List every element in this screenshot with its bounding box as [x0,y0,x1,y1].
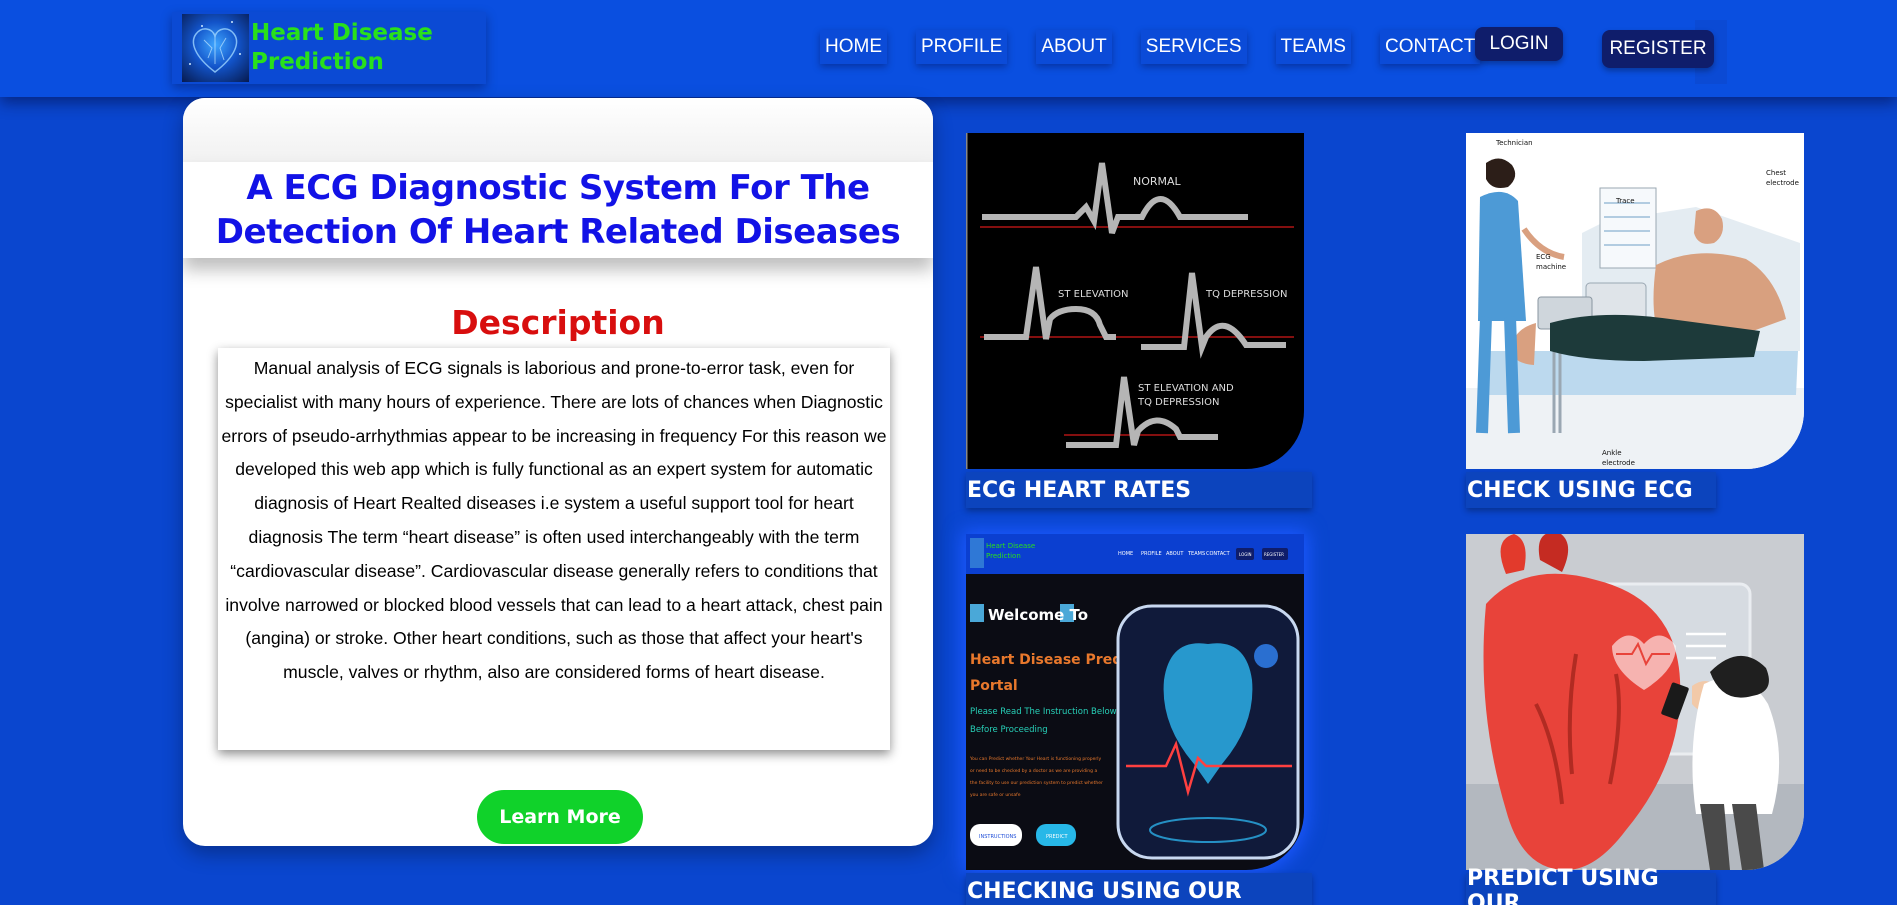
nav-profile[interactable]: PROFILE [916,30,1008,64]
ecg-st-tq-label-1: ST ELEVATION AND [1138,383,1234,394]
nav-services[interactable]: SERVICES [1140,30,1247,64]
description-box: Manual analysis of ECG signals is labori… [218,348,890,750]
register-button[interactable]: REGISTER [1602,30,1714,68]
description-heading: Description [451,303,665,342]
tile-label-ecg-heart-rates: ECG HEART RATES [966,472,1312,508]
page-title: A ECG Diagnostic System For The Detectio… [215,166,901,254]
ecg-ankle-label-1: Ankle [1602,449,1622,457]
mini-register: REGISTER [1264,552,1284,557]
ecg-machine-label-1: ECG [1536,253,1551,261]
learn-more-button[interactable]: Learn More [477,790,643,844]
mini-nav-1: HOME [1118,551,1133,557]
nav-teams[interactable]: TEAMS [1275,30,1351,64]
ecg-rhythms-image: NORMAL ST ELEVATION TQ DEPRESSION ST ELE… [966,133,1304,469]
portal-screenshot-image: Heart Disease Prediction HOME PROFILE AB… [966,534,1304,870]
intro-card: A ECG Diagnostic System For The Detectio… [183,98,933,846]
headline-banner: A ECG Diagnostic System For The Detectio… [183,162,933,258]
tile-ecg-heart-rates[interactable]: NORMAL ST ELEVATION TQ DEPRESSION ST ELE… [966,133,1312,508]
top-navbar: Heart Disease Prediction HOME PROFILE AB… [0,0,1897,97]
brand-title-line2: Prediction [251,49,384,75]
tile-checking-using-our[interactable]: Heart Disease Prediction HOME PROFILE AB… [966,534,1312,905]
mini-body-1: You can Predict whether Your Heart is fu… [969,756,1101,762]
mini-brand-1: Heart Disease [986,542,1035,550]
ecg-tq-depression-label: TQ DEPRESSION [1205,289,1287,300]
description-text: Manual analysis of ECG signals is labori… [221,358,887,683]
login-button[interactable]: LOGIN [1475,27,1563,61]
tile-label-predict-using-our: PREDICT USING OUR [1466,866,1716,905]
nav-about[interactable]: ABOUT [1036,30,1112,64]
mini-welcome: Welcome To [988,606,1088,624]
ecg-trace-label: Trace [1615,197,1635,205]
heart-logo-icon [182,14,249,82]
mini-btn-predict: PREDICT [1046,834,1068,840]
mini-nav-2: PROFILE [1141,551,1162,557]
tile-label-check-using-ecg: CHECK USING ECG [1466,472,1716,508]
card-header-shade [183,98,933,162]
ecg-procedure-image: Technician Trace Chest electrode ECG mac… [1466,133,1804,469]
mini-instr-2: Before Proceeding [970,725,1048,735]
ecg-st-elevation-label: ST ELEVATION [1058,289,1129,300]
ecg-technician-label: Technician [1495,139,1533,147]
nav-home[interactable]: HOME [820,30,887,64]
nav-contact[interactable]: CONTACT [1379,30,1481,64]
page-title-line2: Detection Of Heart Related Diseases [215,212,901,252]
tile-label-checking-using-our: CHECKING USING OUR [966,873,1312,905]
ecg-chest-label-1: Chest [1766,169,1786,177]
brand-title: Heart Disease Prediction [251,19,433,77]
mini-portal-2: Portal [970,678,1018,694]
mini-nav-3: ABOUT [1166,551,1184,557]
tile-predict-using-our[interactable]: PREDICT USING OUR [1466,534,1804,905]
ecg-chest-label-2: electrode [1766,179,1799,187]
mini-brand-2: Prediction [986,552,1021,560]
ecg-normal-label: NORMAL [1133,175,1182,188]
mini-body-4: you are safe or unsafe [970,792,1021,798]
ecg-ankle-label-2: electrode [1602,459,1635,467]
brand[interactable]: Heart Disease Prediction [172,12,486,84]
ecg-machine-label-2: machine [1536,263,1566,271]
heart-doctor-image [1466,534,1804,870]
mini-login: LOGIN [1239,552,1252,557]
ecg-st-tq-label-2: TQ DEPRESSION [1137,397,1219,408]
mini-nav-4: TEAMS [1187,551,1205,557]
page-title-line1: A ECG Diagnostic System For The [246,168,870,208]
mini-nav-5: CONTACT [1206,551,1231,557]
mini-btn-instructions: INSTRUCTIONS [979,834,1016,840]
mini-body-2: or need to be checked by a doctor as we … [970,768,1097,774]
mini-body-3: the facility to use our prediction syste… [970,780,1103,786]
brand-title-line1: Heart Disease [251,20,433,46]
tile-check-using-ecg[interactable]: Technician Trace Chest electrode ECG mac… [1466,133,1804,508]
nav-menu: HOME PROFILE ABOUT SERVICES TEAMS CONTAC… [820,22,1509,72]
